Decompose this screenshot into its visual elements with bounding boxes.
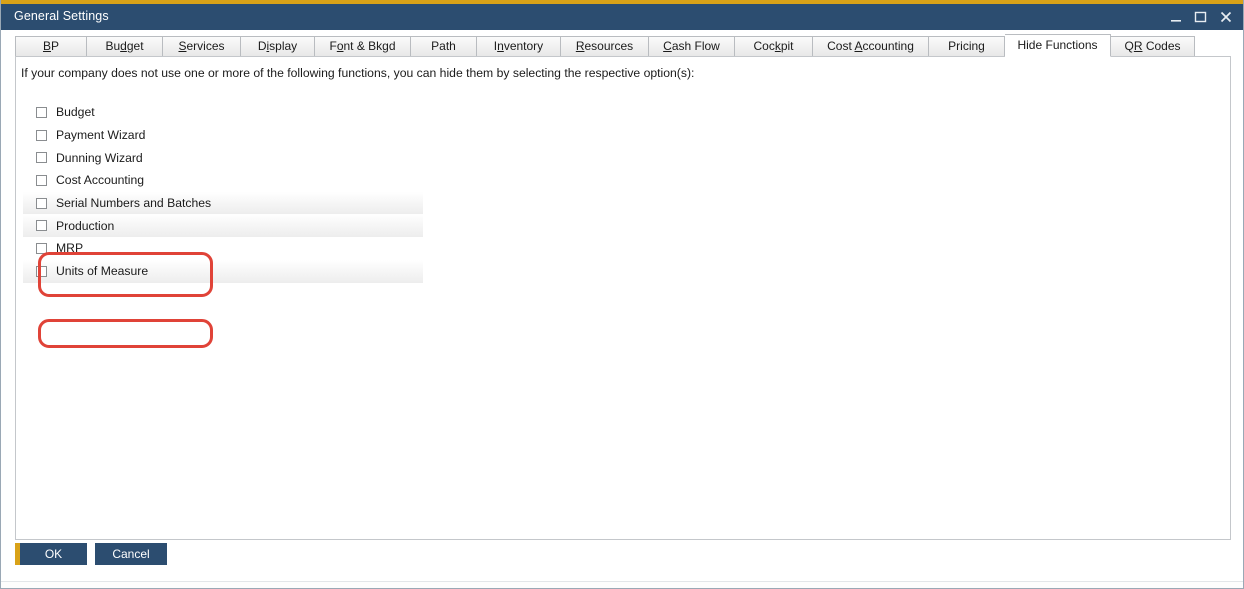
tab-label: Pricing — [948, 39, 985, 53]
option-row[interactable]: Production — [23, 214, 423, 237]
tab-label: Services — [178, 39, 224, 53]
window-titlebar: General Settings — [1, 4, 1244, 30]
tab-budget[interactable]: Budget — [87, 36, 163, 57]
checkbox-payment-wizard[interactable] — [36, 130, 47, 141]
option-row[interactable]: MRP — [23, 237, 423, 260]
tab-services[interactable]: Services — [163, 36, 241, 57]
tab-resources[interactable]: Resources — [561, 36, 649, 57]
panel-instruction-text: If your company does not use one or more… — [21, 66, 694, 80]
hide-functions-panel: If your company does not use one or more… — [15, 56, 1231, 540]
ok-button[interactable]: OK — [15, 543, 87, 565]
option-row[interactable]: Dunning Wizard — [23, 146, 423, 169]
option-row[interactable]: Units of Measure — [23, 260, 423, 283]
checkbox-cost-accounting[interactable] — [36, 175, 47, 186]
option-label: Cost Accounting — [56, 173, 144, 187]
checkbox-serial-numbers-and-batches[interactable] — [36, 198, 47, 209]
option-label: Production — [56, 219, 114, 233]
hide-functions-option-list: Budget Payment Wizard Dunning Wizard Cost A… — [23, 101, 423, 283]
tab-qr-codes[interactable]: QR Codes — [1111, 36, 1195, 57]
option-row[interactable]: Serial Numbers and Batches — [23, 192, 423, 215]
tab-font-bkgd[interactable]: Font & Bkgd — [315, 36, 411, 57]
window-bottom-strip — [1, 581, 1244, 589]
tab-path[interactable]: Path — [411, 36, 477, 57]
tab-label: Cash Flow — [663, 39, 720, 53]
cancel-button[interactable]: Cancel — [95, 543, 167, 565]
checkbox-mrp[interactable] — [36, 243, 47, 254]
dialog-footer: OK Cancel — [15, 543, 1231, 573]
tab-cost-accounting[interactable]: Cost Accounting — [813, 36, 929, 57]
tab-label: Budget — [105, 39, 143, 53]
window-title: General Settings — [14, 9, 109, 23]
option-label: Dunning Wizard — [56, 151, 143, 165]
tab-label: Display — [258, 39, 297, 53]
tab-label: Hide Functions — [1017, 38, 1097, 52]
checkbox-budget[interactable] — [36, 107, 47, 118]
window-body: BP Budget Services Display Font & Bkgd Path In… — [1, 30, 1244, 589]
checkbox-production[interactable] — [36, 220, 47, 231]
tab-label: Font & Bkgd — [329, 39, 395, 53]
option-row[interactable]: Budget — [23, 101, 423, 124]
general-settings-window: General Settings BP Budget Services Display… — [0, 0, 1244, 589]
option-row[interactable]: Payment Wizard — [23, 124, 423, 147]
tab-label: Resources — [576, 39, 633, 53]
tab-display[interactable]: Display — [241, 36, 315, 57]
maximize-icon[interactable] — [1187, 4, 1213, 30]
tab-pricing[interactable]: Pricing — [929, 36, 1005, 57]
tab-label: Inventory — [494, 39, 543, 53]
tab-inventory[interactable]: Inventory — [477, 36, 561, 57]
annotation-box-units-of-measure — [38, 319, 213, 348]
option-label: MRP — [56, 241, 83, 255]
tab-bp[interactable]: BP — [15, 36, 87, 57]
tab-label: Path — [431, 39, 456, 53]
checkbox-units-of-measure[interactable] — [36, 266, 47, 277]
tab-label: QR Codes — [1124, 39, 1180, 53]
tab-label: Cockpit — [753, 39, 793, 53]
option-label: Units of Measure — [56, 264, 148, 278]
tab-cash-flow[interactable]: Cash Flow — [649, 36, 735, 57]
option-row[interactable]: Cost Accounting — [23, 169, 423, 192]
option-label: Serial Numbers and Batches — [56, 196, 211, 210]
option-label: Payment Wizard — [56, 128, 145, 142]
tab-label: Cost Accounting — [827, 39, 914, 53]
settings-tabstrip: BP Budget Services Display Font & Bkgd Path In… — [15, 35, 1231, 57]
minimize-icon[interactable] — [1163, 4, 1189, 30]
tab-cockpit[interactable]: Cockpit — [735, 36, 813, 57]
checkbox-dunning-wizard[interactable] — [36, 152, 47, 163]
option-label: Budget — [56, 105, 95, 119]
tab-hide-functions[interactable]: Hide Functions — [1005, 34, 1111, 57]
close-icon[interactable] — [1213, 4, 1239, 30]
tab-label: BP — [43, 39, 59, 53]
